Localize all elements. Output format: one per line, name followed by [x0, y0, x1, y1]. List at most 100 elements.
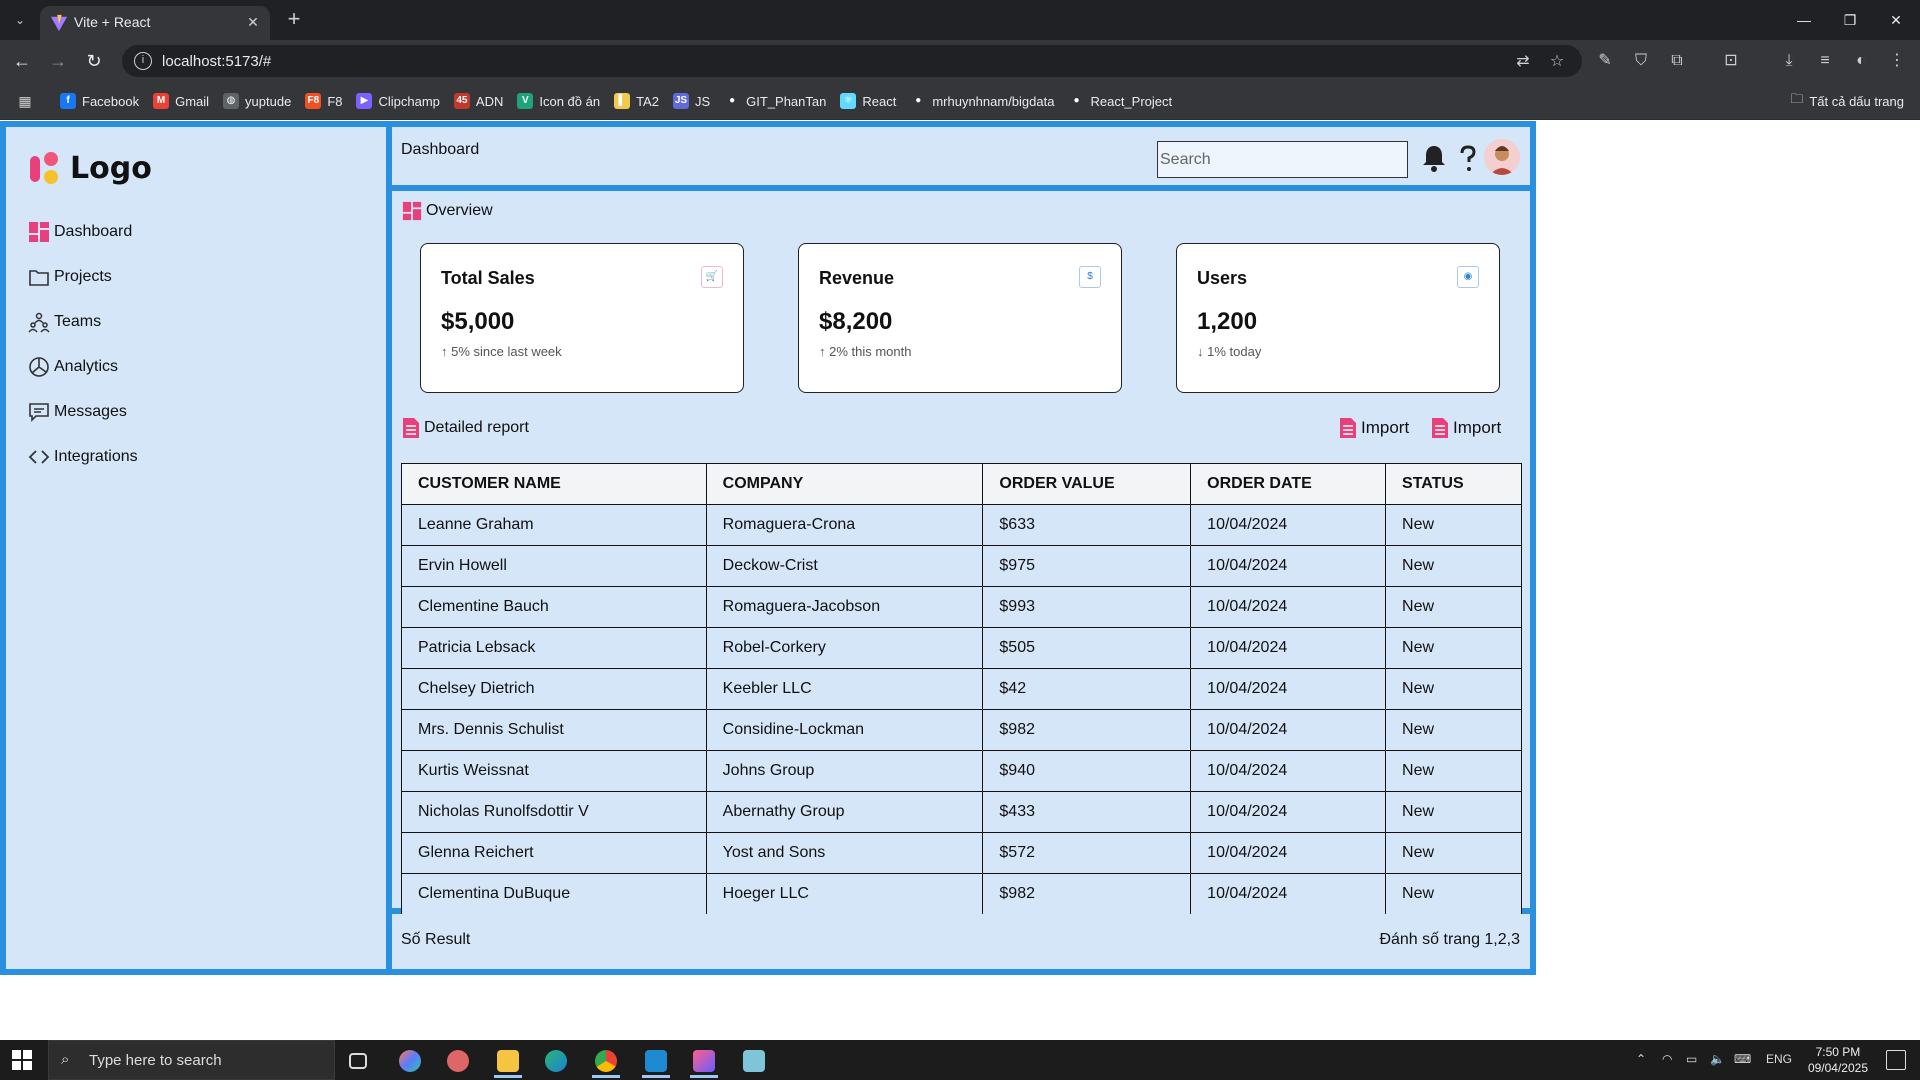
browser-menu-icon[interactable]: ⋮: [1886, 50, 1908, 72]
column-header[interactable]: COMPANY: [705, 463, 984, 505]
logo[interactable]: Logo: [30, 151, 152, 186]
table-cell: 10/04/2024: [1190, 586, 1387, 628]
table-row[interactable]: Chelsey Dietrich Keebler LLC $42 10/04/2024…: [401, 668, 1522, 710]
column-header[interactable]: ORDER VALUE: [982, 463, 1192, 505]
table-row[interactable]: Mrs. Dennis Schulist Considine-Lockman $98…: [401, 709, 1522, 751]
browser-tab[interactable]: Vite + React ✕: [40, 6, 270, 40]
back-icon[interactable]: ←: [10, 49, 34, 73]
sidebar-item-projects[interactable]: Projects: [28, 254, 138, 299]
new-tab-button[interactable]: +: [282, 8, 306, 32]
table-row[interactable]: Patricia Lebsack Robel-Corkery $505 10/04/2…: [401, 627, 1522, 669]
tab-search-chevron-icon[interactable]: ⌄: [8, 8, 32, 32]
table-row[interactable]: Ervin Howell Deckow-Crist $975 10/04/2024 Ne…: [401, 545, 1522, 587]
table-row[interactable]: Clementina DuBuque Hoeger LLC $982 10/04/20…: [401, 873, 1522, 915]
volume-icon[interactable]: 🔈: [1710, 1052, 1725, 1066]
import-button[interactable]: Import: [1339, 417, 1409, 439]
sidebar-item-integrations[interactable]: Integrations: [28, 434, 138, 479]
vscode-icon[interactable]: [634, 1044, 678, 1078]
pagination[interactable]: Đánh số trang 1,2,3: [1379, 931, 1520, 949]
sidebar-item-messages[interactable]: Messages: [28, 389, 138, 434]
url-text[interactable]: localhost:5173/#: [162, 53, 271, 70]
chrome-icon[interactable]: [584, 1044, 628, 1078]
bookmark-item[interactable]: ▌ TA2: [614, 90, 659, 112]
extensions-puzzle-icon[interactable]: ⧉: [1666, 50, 1688, 72]
file-explorer-icon[interactable]: [486, 1044, 530, 1078]
site-info-icon[interactable]: i: [134, 52, 152, 70]
extension-pen-icon[interactable]: ✎: [1594, 50, 1616, 72]
table-row[interactable]: Leanne Graham Romaguera-Crona $633 10/04/20…: [401, 504, 1522, 546]
import-button[interactable]: Import: [1431, 417, 1501, 439]
notification-icon[interactable]: [1886, 1050, 1906, 1070]
bookmark-label: yuptude: [245, 93, 292, 109]
minimize-icon[interactable]: —: [1784, 6, 1824, 34]
star-icon[interactable]: ☆: [1546, 51, 1568, 73]
table-cell: Leanne Graham: [401, 504, 707, 546]
copilot-icon[interactable]: [388, 1044, 432, 1078]
column-header[interactable]: ORDER DATE: [1190, 463, 1387, 505]
bookmark-item[interactable]: f Facebook: [60, 90, 139, 112]
bookmark-label: Icon đồ án: [539, 93, 601, 109]
search-input[interactable]: [1157, 141, 1408, 178]
bookmark-item[interactable]: ● mrhuynhnam/bigdata: [910, 90, 1054, 112]
edge-icon[interactable]: [534, 1044, 578, 1078]
app-icon[interactable]: [732, 1044, 776, 1078]
table-cell: New: [1385, 873, 1522, 915]
download-icon[interactable]: ⤓: [1778, 50, 1800, 72]
bookmark-item[interactable]: ⚛ React: [840, 90, 896, 112]
table-cell: New: [1385, 627, 1522, 669]
sidebar-item-teams[interactable]: Teams: [28, 299, 138, 344]
bookmark-item[interactable]: ● GIT_PhanTan: [724, 90, 826, 112]
app-icon[interactable]: [436, 1044, 480, 1078]
close-window-icon[interactable]: ✕: [1876, 6, 1916, 34]
apps-grid-icon[interactable]: ▦: [16, 92, 34, 110]
app-icon[interactable]: [682, 1044, 726, 1078]
bookmarks-bar: ▦ f Facebook M Gmail ◍ yuptude F8 F8 ▶ Clipchamp 4…: [0, 82, 1920, 120]
reload-icon[interactable]: ↻: [82, 49, 106, 73]
restore-icon[interactable]: ❐: [1830, 6, 1870, 34]
bookmark-item[interactable]: ● React_Project: [1068, 90, 1172, 112]
bell-icon[interactable]: [1420, 143, 1448, 173]
media-control-icon[interactable]: ≡: [1814, 50, 1836, 72]
profile-icon[interactable]: ◐: [1850, 50, 1872, 72]
table-row[interactable]: Kurtis Weissnat Johns Group $940 10/04/2024…: [401, 750, 1522, 792]
battery-icon[interactable]: ▭: [1686, 1052, 1697, 1066]
translate-icon[interactable]: ⇄: [1512, 51, 1534, 73]
help-icon[interactable]: [1454, 143, 1482, 173]
task-view-icon[interactable]: [338, 1044, 382, 1078]
address-bar[interactable]: i localhost:5173/# ⇄ ☆: [122, 45, 1582, 77]
windows-start-icon[interactable]: [12, 1050, 32, 1070]
table-row[interactable]: Clementine Bauch Romaguera-Jacobson $993 10…: [401, 586, 1522, 628]
table-cell: $993: [982, 586, 1192, 628]
column-header[interactable]: CUSTOMER NAME: [401, 463, 707, 505]
language-indicator[interactable]: ENG: [1766, 1052, 1792, 1066]
table-cell: Clementina DuBuque: [401, 873, 707, 915]
screenshot-icon[interactable]: ⊡: [1720, 50, 1742, 72]
close-tab-icon[interactable]: ✕: [244, 13, 262, 31]
table-cell: New: [1385, 750, 1522, 792]
table-row[interactable]: Glenna Reichert Yost and Sons $572 10/04/20…: [401, 832, 1522, 874]
taskbar-search[interactable]: ⌕ Type here to search: [48, 1040, 335, 1080]
table-cell: New: [1385, 791, 1522, 833]
table-row[interactable]: Nicholas Runolfsdottir V Abernathy Group $…: [401, 791, 1522, 833]
all-bookmarks-button[interactable]: 🗀 Tất cả dấu trang: [1790, 90, 1904, 112]
bookmark-item[interactable]: V Icon đồ án: [517, 90, 600, 112]
sidebar-item-analytics[interactable]: Analytics: [28, 344, 138, 389]
system-clock[interactable]: 7:50 PM 09/04/2025: [1808, 1044, 1868, 1076]
sidebar-item-dashboard[interactable]: Dashboard: [28, 209, 138, 254]
bookmark-item[interactable]: F8 F8: [305, 90, 342, 112]
shield-extension-icon[interactable]: ⛉: [1630, 50, 1652, 72]
sidebar-item-label: Dashboard: [54, 222, 133, 240]
bookmark-item[interactable]: M Gmail: [153, 90, 209, 112]
keyboard-icon[interactable]: ⌨: [1734, 1052, 1751, 1066]
network-icon[interactable]: ◠: [1662, 1052, 1672, 1066]
chevron-up-icon[interactable]: ⌃: [1636, 1052, 1646, 1066]
bookmark-item[interactable]: 45 ADN: [453, 90, 503, 112]
bookmark-item[interactable]: ◍ yuptude: [223, 90, 291, 112]
column-header[interactable]: STATUS: [1385, 463, 1522, 505]
bookmark-item[interactable]: JS JS: [672, 90, 710, 112]
table-cell: New: [1385, 504, 1522, 546]
table-header-row: CUSTOMER NAME COMPANY ORDER VALUE ORDER …: [401, 463, 1522, 505]
bookmark-item[interactable]: ▶ Clipchamp: [356, 90, 440, 112]
avatar[interactable]: [1484, 139, 1520, 175]
forward-icon[interactable]: →: [46, 49, 70, 73]
